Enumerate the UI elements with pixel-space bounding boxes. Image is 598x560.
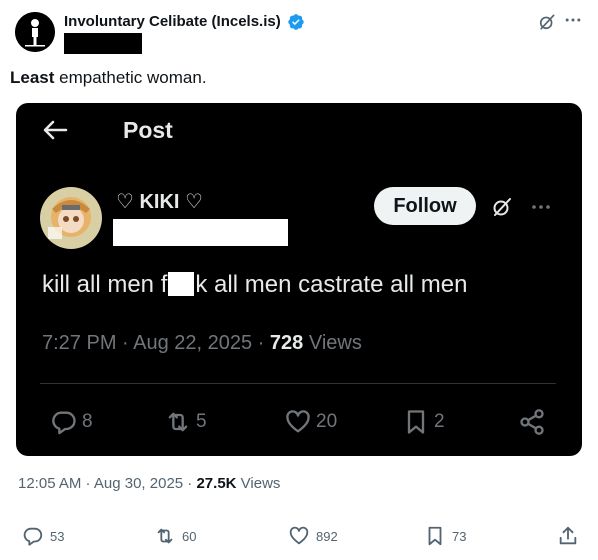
bookmark-icon [428,526,442,546]
anime-avatar-icon [40,187,102,249]
bookmark-icon [407,410,425,434]
tweet-text: Least empathetic woman. [10,68,207,88]
reply-icon [23,527,43,546]
embed-like-action: 20 [284,407,337,437]
post-views-label[interactable]: Views [237,475,281,492]
post-views-count[interactable]: 27.5K [196,475,236,492]
bookmark-button[interactable]: 73 [424,524,466,548]
reply-button[interactable]: 53 [22,524,64,548]
heart-icon [286,410,310,433]
tweet-text-bold: Least [10,68,55,87]
bookmark-count: 73 [452,528,467,544]
redacted-handle [64,33,142,54]
verified-badge-icon [288,14,304,30]
repost-icon [168,412,188,432]
embed-bookmark-action: 2 [402,407,445,437]
embed-share-action [518,407,550,437]
repost-button[interactable]: 60 [154,524,196,548]
embed-bookmark-count: 2 [434,411,445,432]
share-button[interactable] [557,524,585,548]
embed-repost-count: 5 [196,411,207,432]
back-arrow-icon [43,120,68,140]
post-time[interactable]: 12:05 AM · Aug 30, 2025 · [18,475,196,492]
reply-count: 53 [50,528,65,544]
embed-text-after: k all men castrate all men [195,271,468,298]
embed-timestamp: 7:27 PM · Aug 22, 2025 · 728 Views [42,332,362,355]
embed-text-before: kill all men f [42,271,168,298]
repost-icon [157,528,173,544]
like-count: 892 [316,528,338,544]
grok-icon-embed [493,198,511,216]
embed-like-count: 20 [316,411,338,432]
embed-author-avatar [40,187,102,249]
heart-icon [289,526,309,545]
embedded-screenshot[interactable]: Post ♡ KIKI ♡ Follow kill all men f k all… [16,103,582,456]
repost-count: 60 [182,528,197,544]
divider [40,383,556,384]
follow-button: Follow [374,187,476,225]
more-options-icon-embed [532,205,550,209]
embed-repost-action: 5 [164,407,207,437]
embed-reply-count: 8 [82,411,93,432]
embed-reply-action: 8 [50,407,93,437]
reply-icon [52,411,76,435]
embed-views-count: 728 [269,332,304,354]
stick-figure-logo-icon [15,12,55,52]
post-timestamp[interactable]: 12:05 AM · Aug 30, 2025 · 27.5K Views [18,475,280,492]
embed-time: 7:27 PM · Aug 22, 2025 · [42,332,270,354]
share-icon [520,409,544,435]
grok-icon[interactable] [537,12,557,32]
embed-author-name: ♡ KIKI ♡ [116,191,203,213]
author-avatar[interactable] [15,12,55,52]
tweet-text-rest: empathetic woman. [54,68,207,87]
embed-post-text: kill all men f k all men castrate all men [42,271,467,299]
like-button[interactable]: 892 [288,524,338,548]
censor-box [168,272,195,296]
author-name[interactable]: Involuntary Celibate (Incels.is) [64,13,281,30]
more-options-icon[interactable] [563,10,583,30]
embed-header-title: Post [123,117,173,143]
share-upload-icon [559,526,577,545]
redacted-handle-embed [113,219,288,246]
embed-views-label: Views [303,332,362,354]
